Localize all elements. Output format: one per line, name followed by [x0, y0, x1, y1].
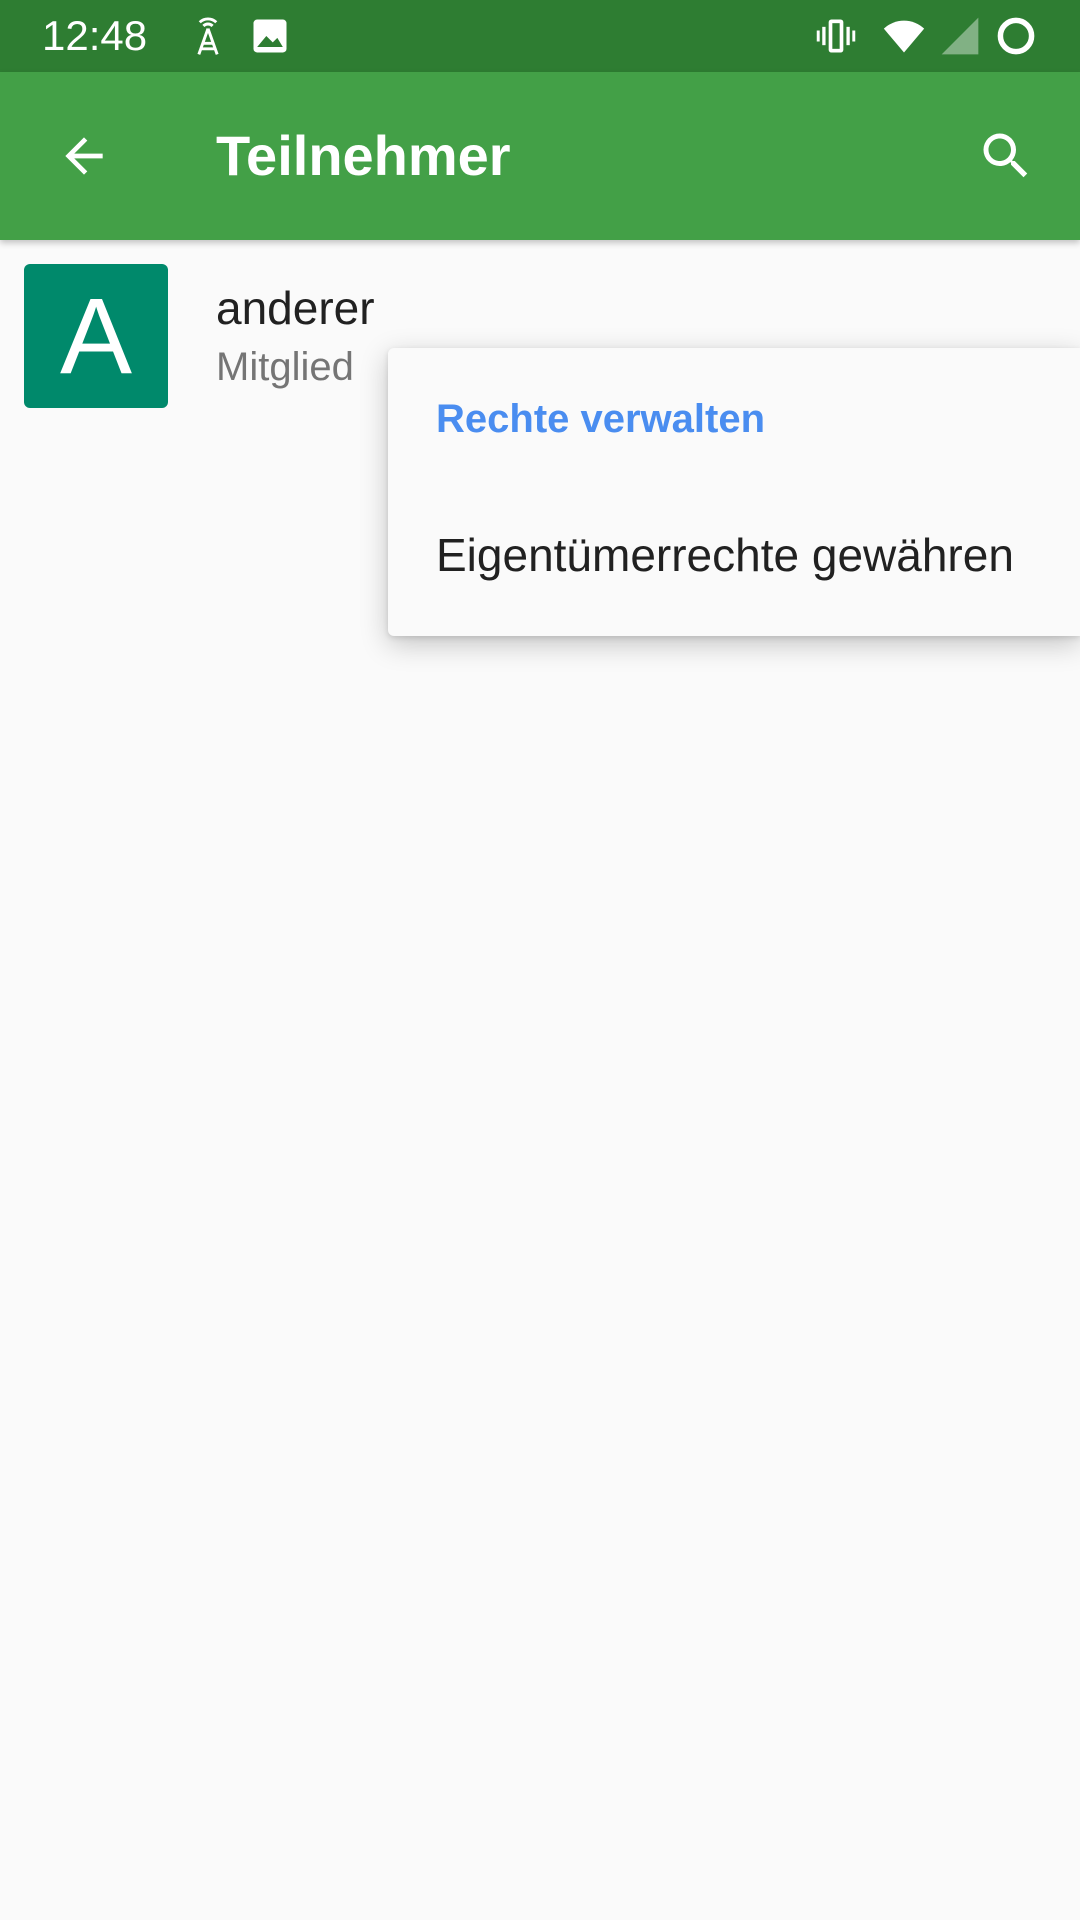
rights-popup-menu: Rechte verwalten Eigentümerrechte gewähr… [388, 348, 1080, 636]
search-button[interactable] [964, 114, 1048, 198]
signal-tower-icon [186, 14, 230, 58]
menu-item-label: Eigentümerrechte gewähren [436, 529, 1014, 581]
loading-ring-icon [994, 14, 1038, 58]
image-icon [248, 14, 292, 58]
participant-name: anderer [216, 282, 375, 334]
search-icon [983, 133, 1028, 178]
participant-role: Mitglied [216, 345, 354, 389]
wifi-icon [882, 14, 926, 58]
vibrate-icon [814, 14, 858, 58]
page-title: Teilnehmer [216, 124, 511, 187]
back-button[interactable] [42, 114, 126, 198]
arrow-back-icon [65, 137, 103, 175]
status-time: 12:48 [42, 12, 148, 59]
cell-signal-icon [938, 14, 982, 58]
menu-header: Rechte verwalten [436, 397, 766, 441]
grant-owner-rights-menu-item[interactable]: Eigentümerrechte gewähren [388, 488, 1080, 618]
avatar: A [24, 264, 168, 408]
status-bar: 12:48 [0, 0, 1080, 72]
app-bar: Teilnehmer [0, 72, 1080, 240]
